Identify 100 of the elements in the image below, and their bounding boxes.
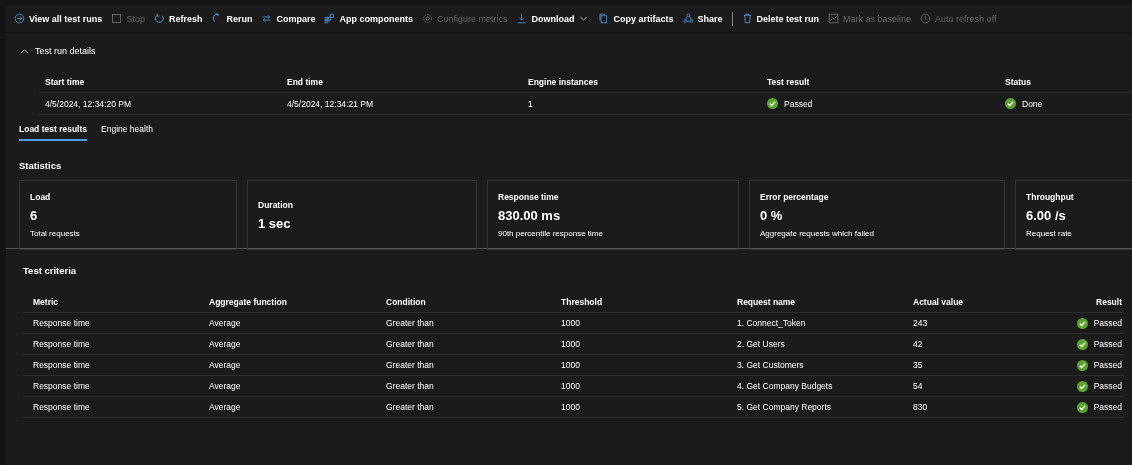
status-cell: Passed (1053, 397, 1124, 418)
stat-caption: Request rate (1026, 229, 1072, 238)
arrow-circle-icon (14, 13, 25, 24)
table-cell: Average (199, 334, 376, 355)
table-cell: Average (199, 397, 376, 418)
copy-icon (598, 13, 610, 24)
table-cell: Greater than (376, 334, 551, 355)
table-cell: 1000 (551, 355, 727, 376)
stat-caption: Total requests (30, 229, 80, 238)
table-cell: 54 (903, 376, 1053, 397)
stat-title: Error percentage (760, 192, 829, 202)
toolbar-button[interactable]: Refresh (153, 13, 203, 24)
status-cell: Passed (1053, 355, 1124, 376)
column-header: Request name (727, 292, 903, 313)
stat-caption: Aggregate requests which failed (760, 229, 874, 238)
check-circle-icon (1076, 401, 1088, 413)
toolbar-button[interactable]: Compare (261, 13, 316, 24)
column-header: End time (281, 71, 522, 93)
refresh-icon (153, 13, 165, 24)
table-cell: 1000 (551, 334, 727, 355)
table-cell: 2. Get Users (727, 334, 903, 355)
stat-value: 6.00 /s (1026, 208, 1066, 223)
table-cell: Response time (23, 313, 199, 334)
square-icon (111, 13, 123, 24)
table-cell: 35 (903, 355, 1053, 376)
stat-value: 6 (30, 208, 38, 223)
chart-box-icon (828, 13, 840, 24)
table-cell: 1 (522, 93, 761, 115)
stat-title: Response time (498, 192, 559, 202)
table-cell: Average (199, 313, 376, 334)
share-icon (682, 13, 694, 24)
table-cell: Response time (23, 397, 199, 418)
toolbar-button[interactable]: View all test runs (14, 13, 103, 24)
column-header: Start time (39, 71, 281, 93)
download-icon (516, 13, 528, 24)
trash-icon (741, 13, 753, 24)
tab[interactable]: Engine health (101, 124, 154, 141)
section-header[interactable]: Test run details (6, 33, 96, 57)
check-circle-icon (1076, 317, 1088, 329)
table-cell: 1. Connect_Token (727, 313, 903, 334)
toolbar-button[interactable]: Copy artifacts (598, 13, 674, 24)
column-header: Actual value (903, 292, 1053, 313)
table-cell: 1000 (551, 397, 727, 418)
chevron-up-icon (20, 46, 29, 56)
gear-icon (421, 13, 433, 24)
table-cell: 1000 (551, 313, 727, 334)
stat-caption: 90th percentile response time (498, 229, 603, 238)
grid-icon (324, 13, 336, 24)
tab[interactable]: Load test results (19, 124, 88, 141)
column-header: Threshold (551, 292, 727, 313)
toolbar-button[interactable]: Delete test run (741, 13, 820, 24)
toolbar-button[interactable]: Share (682, 13, 723, 24)
status-cell: Passed (1053, 334, 1124, 355)
table-cell: 4. Get Company Budgets (727, 376, 903, 397)
status-cell: Passed (761, 93, 999, 115)
stat-title: Throughput (1026, 192, 1074, 202)
check-circle-icon (1005, 98, 1016, 109)
table-cell: 5. Get Company Reports (727, 397, 903, 418)
toolbar-button[interactable]: Rerun (211, 13, 253, 24)
check-circle-icon (1076, 359, 1088, 371)
status-cell: Passed (1053, 313, 1124, 334)
compare-arrows-icon (261, 13, 273, 24)
stat-value: 0 % (760, 208, 783, 223)
table-cell: Greater than (376, 355, 551, 376)
stat-value: 830.00 ms (498, 208, 561, 223)
column-header: Result (1053, 292, 1124, 313)
check-circle-icon (1076, 338, 1088, 350)
table-cell: 1000 (551, 376, 727, 397)
table-cell: 830 (903, 397, 1053, 418)
table-cell: Average (199, 376, 376, 397)
section-title: Statistics (19, 160, 62, 171)
table-cell: Greater than (376, 313, 551, 334)
check-circle-icon (1076, 380, 1088, 392)
toolbar-button[interactable]: App components (324, 13, 413, 24)
table-cell: Greater than (376, 397, 551, 418)
table-cell: Response time (23, 355, 199, 376)
section-title: Test criteria (23, 265, 77, 276)
column-header: Condition (376, 292, 551, 313)
column-header: Metric (23, 292, 199, 313)
check-circle-icon (767, 98, 778, 109)
table-cell: 4/5/2024, 12:34:20 PM (39, 93, 281, 115)
table-cell: 3. Get Customers (727, 355, 903, 376)
table-cell: Response time (23, 334, 199, 355)
table-cell: Greater than (376, 376, 551, 397)
column-header: Engine instances (522, 71, 761, 93)
table-cell: 42 (903, 334, 1053, 355)
column-header: Test result (761, 71, 999, 93)
clock-icon (920, 13, 932, 24)
stat-title: Load (30, 192, 51, 202)
column-header: Aggregate function (199, 292, 376, 313)
table-cell: 4/5/2024, 12:34:21 PM (281, 93, 522, 115)
status-cell: Done (999, 93, 1132, 115)
toolbar-button[interactable]: Download (516, 13, 590, 24)
stat-title: Duration (258, 199, 293, 210)
column-header: Status (999, 71, 1132, 93)
table-cell: Response time (23, 376, 199, 397)
table-cell: 243 (903, 313, 1053, 334)
status-cell: Passed (1053, 376, 1124, 397)
table-cell: Average (199, 355, 376, 376)
stat-value: 1 sec (258, 215, 291, 231)
